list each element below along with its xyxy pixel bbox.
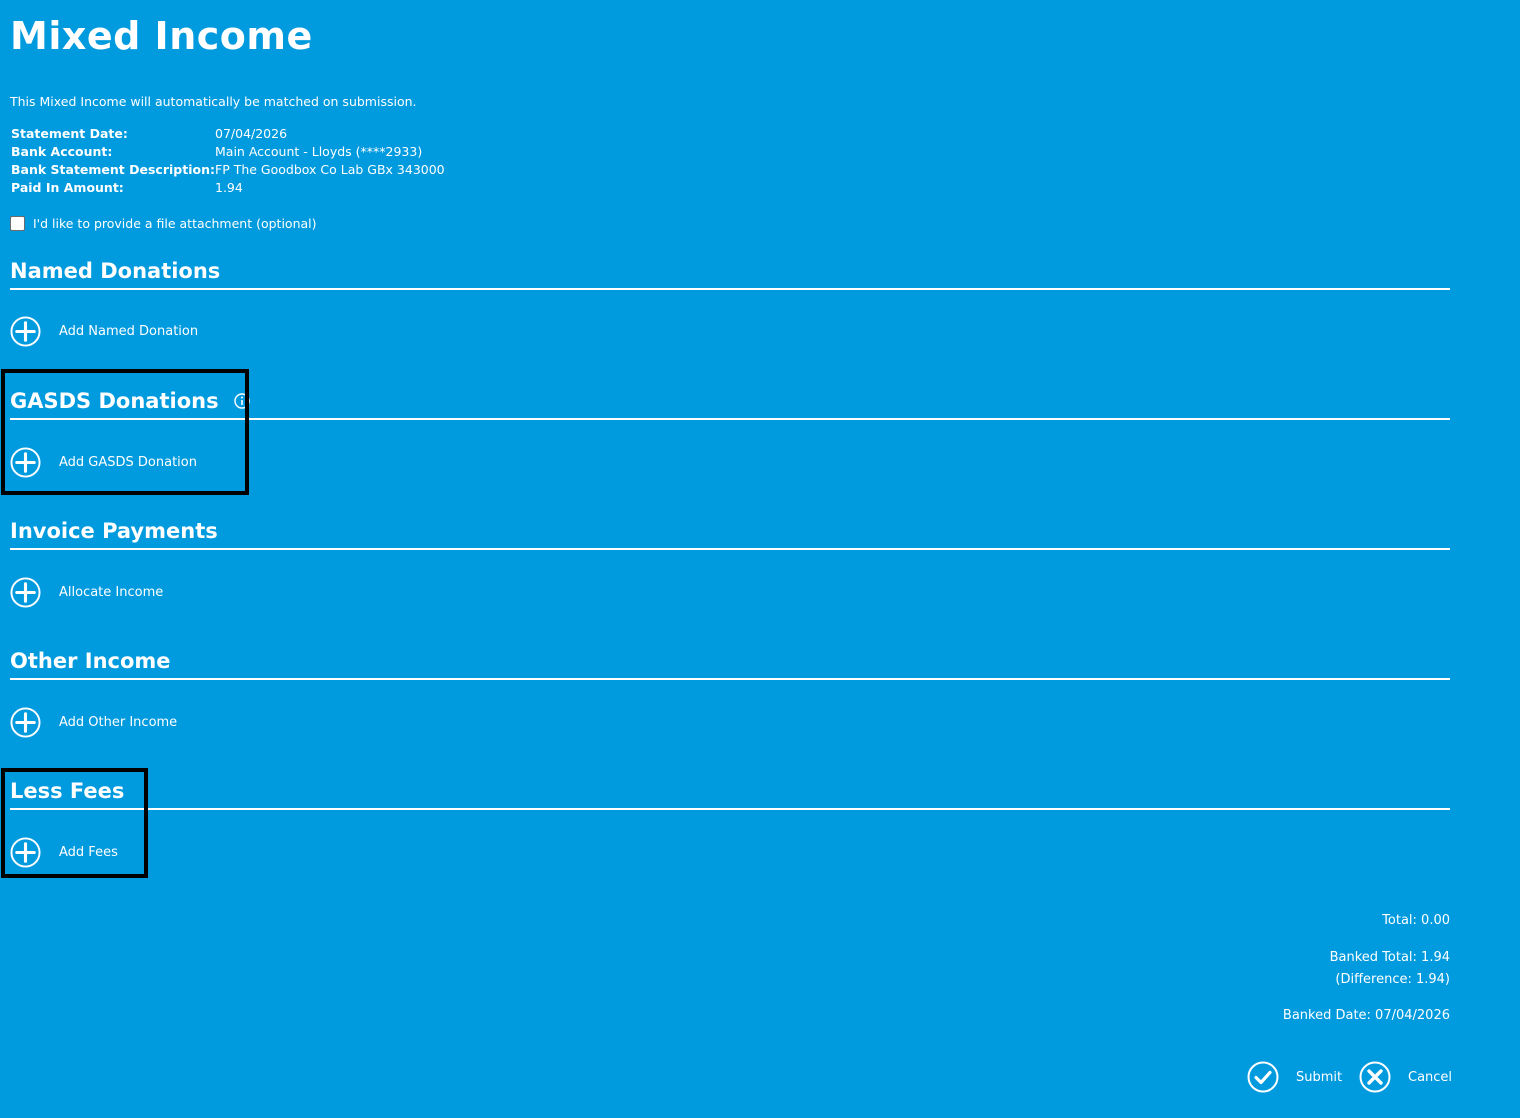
section-title-other-income: Other Income [10,647,1450,680]
invoice-payments-heading: Invoice Payments [10,519,218,543]
bank-account-value: Main Account - Lloyds (****2933) [215,144,423,159]
statement-date-value: 07/04/2026 [215,126,288,141]
paid-in-value: 1.94 [215,180,243,195]
submit-button[interactable]: Submit [1247,1061,1342,1093]
cancel-label[interactable]: Cancel [1408,1070,1452,1085]
add-other-income-label[interactable]: Add Other Income [59,715,177,730]
cancel-button[interactable]: Cancel [1359,1061,1452,1093]
bank-account-row: Bank Account: Main Account - Lloyds (***… [11,143,445,161]
add-named-donation-label[interactable]: Add Named Donation [59,324,198,339]
bank-account-label: Bank Account: [11,144,113,159]
plus-circle-icon[interactable] [10,577,41,608]
summary-difference: (Difference: 1.94) [1335,972,1450,987]
section-title-named-donations: Named Donations [10,257,1450,290]
file-attachment-checkbox[interactable] [10,216,25,231]
file-attachment-label: I'd like to provide a file attachment (o… [33,216,317,231]
section-title-invoice-payments: Invoice Payments [10,517,1450,550]
statement-date-row: Statement Date: 07/04/2026 [11,125,445,143]
summary-banked-total: Banked Total: 1.94 [1329,950,1450,965]
paid-in-row: Paid In Amount: 1.94 [11,179,445,197]
statement-details: Statement Date: 07/04/2026 Bank Account:… [11,125,445,197]
fees-highlight-box [1,768,148,878]
summary-banked-date: Banked Date: 07/04/2026 [1282,1008,1450,1023]
file-attachment-option[interactable]: I'd like to provide a file attachment (o… [10,216,317,231]
close-circle-icon[interactable] [1359,1061,1391,1093]
section-title-less-fees: Less Fees [10,777,1450,810]
submit-label[interactable]: Submit [1296,1070,1342,1085]
named-donations-heading: Named Donations [10,259,221,283]
paid-in-label: Paid In Amount: [11,180,124,195]
other-income-heading: Other Income [10,649,171,673]
intro-text: This Mixed Income will automatically be … [10,94,417,109]
gasds-highlight-box [1,369,249,495]
allocate-income-button[interactable]: Allocate Income [10,577,163,608]
page-title: Mixed Income [10,14,313,58]
add-other-income-button[interactable]: Add Other Income [10,707,177,738]
description-label: Bank Statement Description: [11,162,215,177]
plus-circle-icon[interactable] [10,707,41,738]
description-row: Bank Statement Description: FP The Goodb… [11,161,445,179]
summary-total: Total: 0.00 [1382,913,1450,928]
allocate-income-label[interactable]: Allocate Income [59,585,163,600]
add-named-donation-button[interactable]: Add Named Donation [10,316,198,347]
check-circle-icon[interactable] [1247,1061,1279,1093]
plus-circle-icon[interactable] [10,316,41,347]
statement-date-label: Statement Date: [11,126,128,141]
description-value: FP The Goodbox Co Lab GBx 343000 [215,162,445,177]
